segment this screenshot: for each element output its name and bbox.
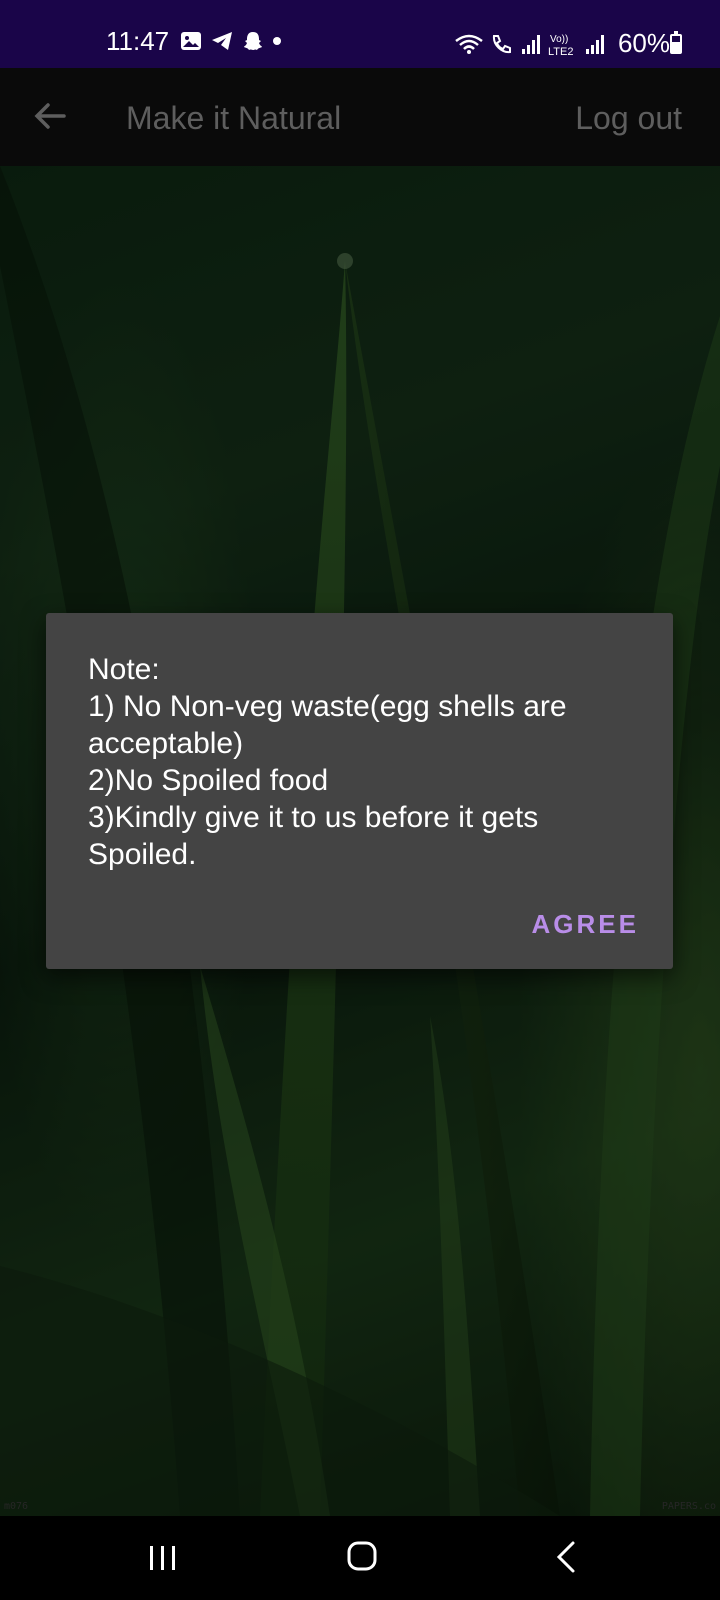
- svg-text:Vo)): Vo)): [550, 34, 568, 45]
- battery-icon: [670, 31, 682, 54]
- arrow-left-icon[interactable]: [30, 96, 70, 136]
- volte-icon: Vo))LTE2: [548, 34, 573, 57]
- dialog-message: Note: 1) No Non-veg waste(egg shells are…: [88, 653, 567, 871]
- logout-button[interactable]: Log out: [575, 100, 682, 137]
- battery-percent: 60%: [617, 28, 670, 58]
- svg-text:LTE2: LTE2: [548, 46, 573, 57]
- signal-icon: [521, 34, 540, 54]
- system-nav-bar: [0, 1516, 720, 1600]
- status-time: 11:47: [106, 26, 170, 56]
- wifi-icon: [455, 34, 483, 54]
- telegram-icon: [212, 32, 232, 50]
- gallery-icon: [181, 32, 201, 50]
- home-icon[interactable]: [346, 1540, 378, 1572]
- call-icon: [492, 34, 511, 53]
- recents-icon[interactable]: [148, 1544, 178, 1572]
- agree-button[interactable]: AGREE: [532, 903, 639, 946]
- app-bar: Make it Natural Log out: [0, 68, 720, 166]
- page-title: Make it Natural: [126, 100, 342, 136]
- snapchat-icon: [244, 32, 262, 50]
- signal-icon: [585, 34, 604, 54]
- back-icon[interactable]: [554, 1540, 578, 1574]
- dot-icon: [273, 37, 281, 45]
- note-dialog: Note: 1) No Non-veg waste(egg shells are…: [46, 613, 673, 969]
- status-bar: 11:47 Vo)) LTE2 60%: [0, 0, 720, 68]
